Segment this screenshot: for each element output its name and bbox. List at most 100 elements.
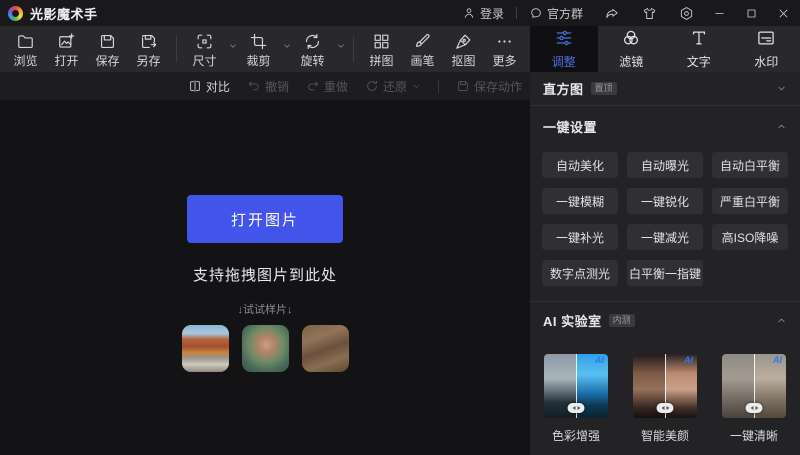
beta-badge: 内测: [609, 314, 635, 327]
tab-adjust-label: 调整: [552, 53, 576, 70]
rotate-icon: [303, 32, 322, 51]
tab-watermark-label: 水印: [754, 53, 778, 70]
chevron-up-icon[interactable]: [776, 315, 787, 326]
maximize-icon: [745, 7, 758, 20]
toolbar-open-button[interactable]: 打开: [46, 26, 87, 72]
ai-one-click-clarity-label: 一键清晰: [730, 427, 778, 444]
crop-icon: [249, 32, 268, 51]
tab-filter-label: 滤镜: [619, 53, 643, 70]
maximize-button[interactable]: [745, 7, 758, 20]
restore-button[interactable]: 还原: [365, 78, 421, 95]
toolbar-size-button[interactable]: 尺寸: [184, 26, 238, 72]
pin-badge: 置顶: [591, 82, 617, 95]
ai-smart-beauty-item[interactable]: AI 智能美颜: [633, 354, 697, 444]
ai-one-click-clarity-thumbnail[interactable]: AI: [722, 354, 786, 418]
severe-white-balance-button[interactable]: 严重白平衡: [712, 188, 788, 214]
pen-nib-icon: [454, 32, 473, 51]
folder-icon: [16, 32, 35, 51]
toolbar-collage-button[interactable]: 拼图: [361, 26, 402, 72]
auto-white-balance-button[interactable]: 自动白平衡: [712, 152, 788, 178]
auto-beautify-button[interactable]: 自动美化: [542, 152, 618, 178]
histogram-section-header[interactable]: 直方图 置顶: [530, 72, 800, 105]
chevron-down-icon[interactable]: [336, 41, 346, 51]
minimize-button[interactable]: [713, 7, 726, 20]
toolbar-rotate-button[interactable]: 旋转: [292, 26, 346, 72]
white-balance-one-touch-button[interactable]: 白平衡一指键: [627, 260, 703, 286]
ai-color-enhance-item[interactable]: AI 色彩增强: [544, 354, 608, 444]
app-title: 光影魔术手: [30, 4, 98, 23]
redo-button[interactable]: 重做: [306, 78, 348, 95]
sample-portrait-thumbnail[interactable]: [242, 325, 289, 372]
one-click-blur-button[interactable]: 一键模糊: [542, 188, 618, 214]
sample-images-hint: ↓试试样片↓: [238, 301, 293, 317]
official-group-button[interactable]: 官方群: [529, 5, 583, 22]
digital-spot-metering-button[interactable]: 数字点测光: [542, 260, 618, 286]
tab-adjust[interactable]: 调整: [530, 26, 598, 72]
compare-slider-handle[interactable]: [657, 403, 674, 413]
ai-color-enhance-thumbnail[interactable]: AI: [544, 354, 608, 418]
ai-one-click-clarity-item[interactable]: AI 一键清晰: [722, 354, 786, 444]
toolbar-rotate-label: 旋转: [300, 55, 324, 67]
save-as-icon: [139, 32, 158, 51]
divider: [438, 80, 439, 93]
compare-button[interactable]: 对比: [188, 78, 230, 95]
tab-text[interactable]: 文字: [665, 26, 733, 72]
save-action-button[interactable]: 保存动作: [456, 78, 522, 95]
toolbar-cutout-button[interactable]: 抠图: [443, 26, 484, 72]
toolbar-open-label: 打开: [54, 55, 78, 67]
chevron-down-icon[interactable]: [228, 41, 238, 51]
toolbar-browse-button[interactable]: 浏览: [5, 26, 46, 72]
chevron-down-icon[interactable]: [776, 83, 787, 94]
close-button[interactable]: [777, 7, 790, 20]
official-group-label: 官方群: [547, 5, 583, 22]
sliders-icon: [554, 28, 574, 48]
save-action-icon: [456, 79, 470, 93]
canvas-area[interactable]: 打开图片 支持拖拽图片到此处 ↓试试样片↓: [0, 100, 530, 455]
login-button[interactable]: 登录: [462, 5, 504, 22]
arrow-right-icon: [577, 406, 580, 410]
toolbar-crop-label: 裁剪: [246, 55, 270, 67]
resize-icon: [195, 32, 214, 51]
sample-flat-lay-thumbnail[interactable]: [302, 325, 349, 372]
undo-label: 撤销: [265, 78, 289, 95]
toolbar-save-label: 保存: [95, 55, 119, 67]
auto-exposure-button[interactable]: 自动曝光: [627, 152, 703, 178]
compare-slider-handle[interactable]: [568, 403, 585, 413]
settings-button[interactable]: [679, 6, 694, 21]
compare-split-icon: [188, 79, 202, 93]
toolbar-more-label: 更多: [492, 55, 516, 67]
compare-slider-handle[interactable]: [746, 403, 763, 413]
tab-watermark[interactable]: 水印: [733, 26, 800, 72]
one-click-sharpen-button[interactable]: 一键锐化: [627, 188, 703, 214]
toolbar-more-button[interactable]: 更多: [484, 26, 525, 72]
chevron-down-icon[interactable]: [411, 82, 421, 91]
tab-filter[interactable]: 滤镜: [598, 26, 666, 72]
ai-smart-beauty-thumbnail[interactable]: AI: [633, 354, 697, 418]
compare-label: 对比: [206, 78, 230, 95]
chevron-up-icon[interactable]: [776, 121, 787, 132]
one-click-fill-light-button[interactable]: 一键补光: [542, 224, 618, 250]
tshirt-icon: [642, 6, 657, 21]
high-iso-denoise-button[interactable]: 高ISO降噪: [712, 224, 788, 250]
share-button[interactable]: [605, 6, 620, 21]
toolbar-brush-button[interactable]: 画笔: [402, 26, 443, 72]
one-click-dim-light-button[interactable]: 一键减光: [627, 224, 703, 250]
tab-text-label: 文字: [687, 53, 711, 70]
toolbar-crop-button[interactable]: 裁剪: [238, 26, 292, 72]
undo-button[interactable]: 撤销: [247, 78, 289, 95]
ai-color-enhance-label: 色彩增强: [552, 427, 600, 444]
save-action-label: 保存动作: [474, 78, 522, 95]
toolbar-save-button[interactable]: 保存: [87, 26, 128, 72]
more-dots-icon: [495, 32, 514, 51]
sample-desert-road-thumbnail[interactable]: [182, 325, 229, 372]
theme-skin-button[interactable]: [642, 6, 657, 21]
chat-bubble-icon: [529, 6, 543, 20]
ai-smart-beauty-label: 智能美颜: [641, 427, 689, 444]
filter-circles-icon: [621, 28, 641, 48]
chevron-down-icon[interactable]: [282, 41, 292, 51]
toolbar-save-as-button[interactable]: 另存: [128, 26, 169, 72]
ai-lab-section-header[interactable]: AI 实验室 内测: [530, 302, 800, 339]
quick-settings-section-header[interactable]: 一键设置: [530, 106, 800, 146]
open-image-button[interactable]: 打开图片: [187, 195, 343, 243]
ai-overlay-badge: AI: [773, 356, 782, 365]
